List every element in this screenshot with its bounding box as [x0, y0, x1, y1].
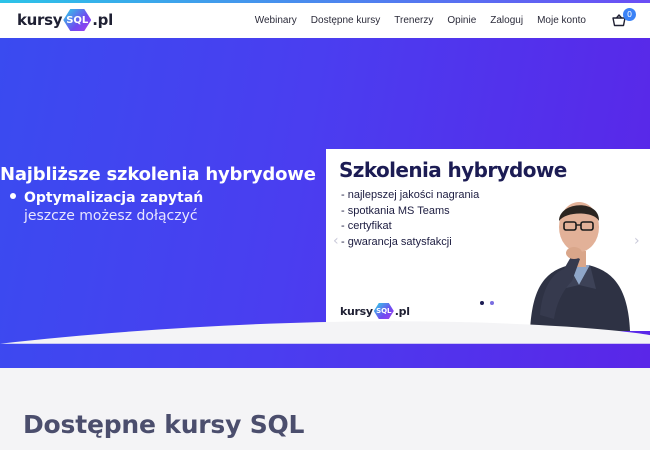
slide-title: Szkolenia hybrydowe: [339, 158, 567, 182]
logo-text-right: .pl: [92, 11, 113, 29]
list-item: - gwarancja satysfakcji: [341, 235, 452, 248]
logo-badge-text: SQL: [66, 14, 89, 26]
logo-badge: SQL: [63, 9, 92, 31]
site-logo[interactable]: kursy SQL .pl: [17, 7, 113, 33]
section-title-available-courses: Dostępne kursy SQL: [23, 410, 305, 439]
carousel-dot[interactable]: [490, 301, 494, 305]
hero-banner: Najbliższe szkolenia hybrydowe Optymaliz…: [0, 38, 650, 368]
main-nav: Webinary Dostępne kursy Trenerzy Opinie …: [255, 3, 586, 38]
hero-title: Najbliższe szkolenia hybrydowe: [0, 164, 316, 185]
cart-count-badge: 0: [623, 8, 636, 21]
nav-item-webinary[interactable]: Webinary: [255, 15, 297, 26]
carousel-dot-active[interactable]: [480, 301, 484, 305]
cart-button[interactable]: 0: [612, 8, 636, 31]
slide-logo-text-right: .pl: [394, 304, 410, 318]
slide-logo-badge-text: SQL: [376, 307, 392, 315]
nav-item-dostepne-kursy[interactable]: Dostępne kursy: [311, 15, 380, 26]
trainer-photo: [530, 202, 630, 331]
carousel-indicators: [480, 301, 494, 305]
logo-text-left: kursy: [17, 11, 63, 29]
list-item: - najlepszej jakości nagrania: [341, 189, 480, 201]
nav-item-opinie[interactable]: Opinie: [447, 15, 476, 26]
list-item: - spotkania MS Teams: [341, 204, 450, 217]
slide-logo-badge: SQL: [373, 303, 394, 319]
slide-logo: kursy SQL .pl: [340, 303, 410, 319]
nav-item-moje-konto[interactable]: Moje konto: [537, 15, 586, 26]
list-item: - certyfikat: [341, 220, 392, 232]
carousel-prev-icon[interactable]: ‹: [333, 233, 339, 249]
site-header: kursy SQL .pl Webinary Dostępne kursy Tr…: [0, 3, 650, 38]
slide-benefits-list: - najlepszej jakości nagrania - spotkani…: [341, 188, 479, 250]
nav-item-zaloguj[interactable]: Zaloguj: [490, 15, 523, 26]
nav-item-trenerzy[interactable]: Trenerzy: [394, 15, 433, 26]
carousel-next-icon[interactable]: ›: [634, 233, 640, 249]
hero-subtitle: jeszcze możesz dołączyć: [24, 208, 198, 224]
hero-course-link[interactable]: Optymalizacja zapytań: [10, 190, 203, 206]
hero-wave-divider: [0, 321, 650, 344]
slide-logo-text-left: kursy: [340, 304, 373, 318]
